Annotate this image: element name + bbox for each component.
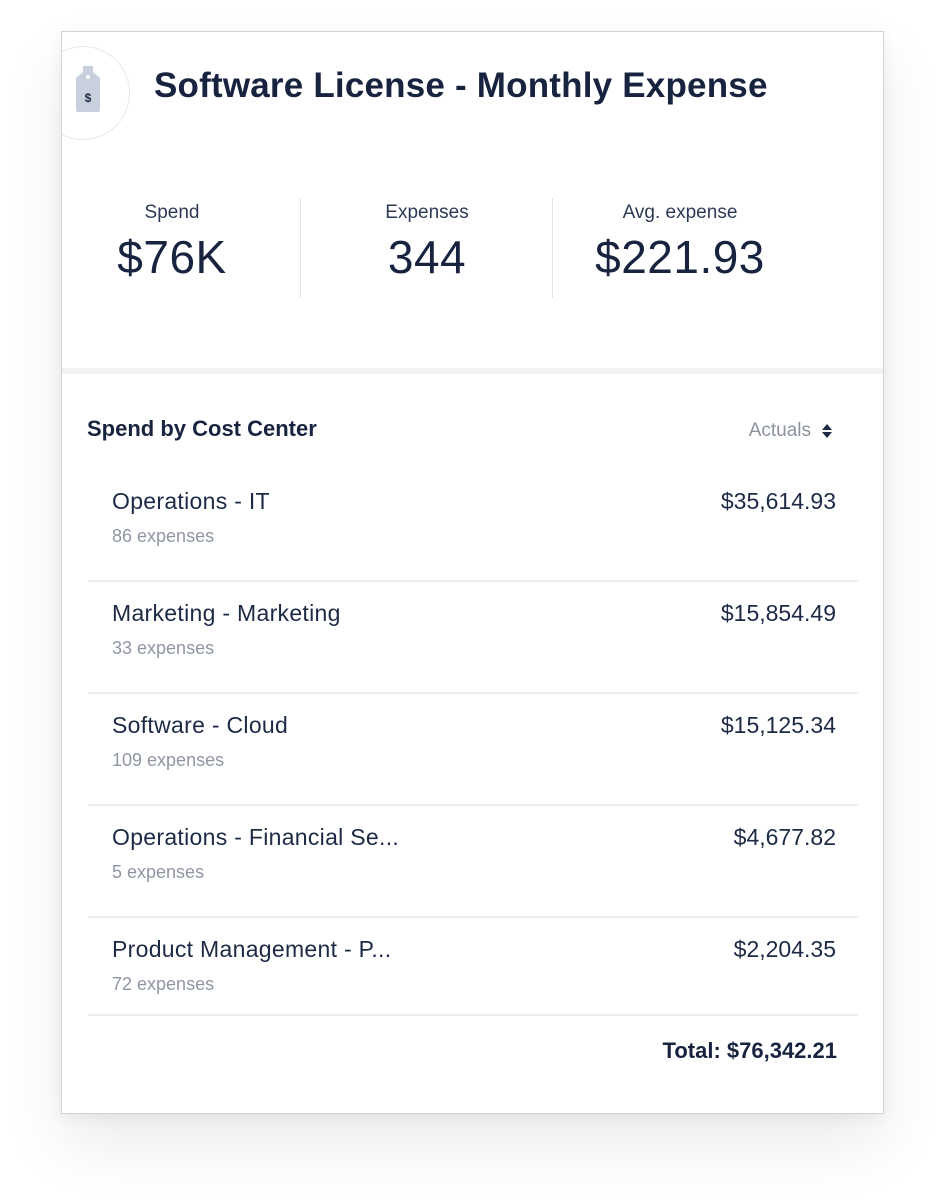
stat-label: Avg. expense	[622, 202, 738, 223]
cost-center-name: Product Management - P...	[112, 936, 392, 962]
section-title: Spend by Cost Center	[87, 416, 317, 441]
list-item[interactable]: Marketing - Marketing 33 expenses $15,85…	[88, 582, 858, 694]
expense-count: 5 expenses	[112, 862, 205, 882]
expense-count: 109 expenses	[112, 750, 225, 770]
tag-dollar-glyph: $	[85, 91, 92, 105]
list-item[interactable]: Operations - Financial Se... 5 expenses …	[88, 806, 858, 918]
cost-center-amount: $35,614.93	[720, 488, 836, 514]
sort-dropdown[interactable]: Actuals	[749, 420, 833, 442]
cost-center-list: Operations - IT 86 expenses $35,614.93 M…	[88, 470, 858, 1016]
stat-value: 344	[387, 231, 467, 283]
stat-value: $76K	[117, 231, 227, 283]
stat-label: Spend	[144, 202, 200, 223]
page-title: Software License - Monthly Expense	[154, 66, 768, 105]
expense-count: 33 expenses	[112, 638, 215, 658]
expense-count: 72 expenses	[112, 974, 215, 994]
sort-label: Actuals	[748, 420, 811, 441]
cost-center-amount: $2,204.35	[733, 936, 836, 962]
cost-center-amount: $15,854.49	[720, 600, 836, 626]
stat-value: $221.93	[595, 231, 765, 283]
stat-divider	[552, 198, 553, 298]
cost-center-name: Operations - IT	[112, 488, 270, 514]
cost-center-amount: $4,677.82	[733, 824, 836, 850]
price-tag-icon: $	[76, 66, 100, 112]
list-item[interactable]: Product Management - P... 72 expenses $2…	[88, 918, 858, 1016]
expense-count: 86 expenses	[112, 526, 215, 546]
list-item[interactable]: Software - Cloud 109 expenses $15,125.34	[88, 694, 858, 806]
sort-arrows-icon	[822, 424, 832, 438]
stat-avg-expense: Avg. expense $221.93	[570, 202, 790, 284]
list-item[interactable]: Operations - IT 86 expenses $35,614.93	[88, 470, 858, 582]
cost-center-name: Marketing - Marketing	[112, 600, 341, 626]
total-amount: Total: $76,342.21	[662, 1038, 837, 1063]
summary-stats: Spend $76K Expenses 344 Avg. expense $22…	[62, 142, 883, 368]
card-header: $ Software License - Monthly Expense	[62, 32, 883, 142]
cost-center-name: Operations - Financial Se...	[112, 824, 400, 850]
stat-label: Expenses	[385, 202, 469, 223]
stat-expenses: Expenses 344	[347, 202, 507, 284]
stat-spend: Spend $76K	[92, 202, 252, 284]
stat-divider	[300, 198, 301, 298]
cost-center-amount: $15,125.34	[720, 712, 836, 738]
expense-card: $ Software License - Monthly Expense Spe…	[61, 31, 884, 1114]
cost-center-name: Software - Cloud	[112, 712, 289, 738]
cost-center-section: Spend by Cost Center Actuals Operations …	[62, 374, 883, 1113]
